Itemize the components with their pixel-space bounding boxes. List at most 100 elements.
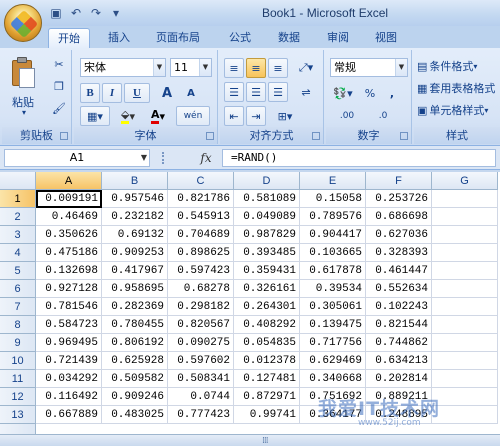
column-header[interactable]: E [300, 172, 366, 190]
table-cell[interactable]: 0.102243 [366, 298, 432, 316]
align-right-icon[interactable]: ☰ [268, 82, 288, 102]
table-cell[interactable]: 0.597602 [168, 352, 234, 370]
increase-indent-icon[interactable]: ⇥ [246, 106, 266, 126]
table-cell[interactable] [432, 208, 498, 226]
copy-icon[interactable]: ❐ [50, 76, 68, 96]
row-header[interactable] [0, 424, 36, 434]
table-cell[interactable] [432, 388, 498, 406]
save-icon[interactable]: ▣ [48, 5, 64, 21]
row-header[interactable]: 10 [0, 352, 36, 370]
chevron-down-icon[interactable]: ▼ [199, 59, 211, 76]
table-cell[interactable]: 0.781546 [36, 298, 102, 316]
table-cell[interactable]: 0.232182 [102, 208, 168, 226]
row-header[interactable]: 9 [0, 334, 36, 352]
wrap-text-icon[interactable]: ⇌ [294, 82, 318, 102]
cut-icon[interactable]: ✂ [50, 54, 68, 74]
table-cell[interactable]: 0.584723 [36, 316, 102, 334]
table-cell[interactable]: 0.904417 [300, 226, 366, 244]
tab-formulas[interactable]: 公式 [220, 28, 260, 48]
number-format-select[interactable]: 常规 ▼ [330, 58, 408, 77]
table-cell[interactable]: 0.340668 [300, 370, 366, 388]
column-header[interactable]: G [432, 172, 498, 190]
tab-home[interactable]: 开始 [48, 28, 90, 48]
column-header[interactable]: F [366, 172, 432, 190]
undo-icon[interactable]: ↶ [68, 5, 84, 21]
table-cell[interactable]: 0.686698 [366, 208, 432, 226]
orientation-icon[interactable]: ⤢▾ [292, 58, 320, 78]
currency-icon[interactable]: 💱▾ [330, 83, 356, 103]
table-cell[interactable]: 0.820567 [168, 316, 234, 334]
grow-font-button[interactable]: A [156, 83, 178, 103]
table-cell[interactable]: 0.509582 [102, 370, 168, 388]
cell-styles-button[interactable]: ▣ 单元格样式 ▾ [416, 100, 500, 120]
table-cell[interactable] [432, 370, 498, 388]
underline-button[interactable]: U [124, 83, 150, 103]
table-cell[interactable] [432, 190, 498, 208]
table-cell[interactable]: 0.46469 [36, 208, 102, 226]
name-box[interactable]: A1 ▼ [4, 149, 150, 167]
table-cell[interactable]: 0.969495 [36, 334, 102, 352]
row-header[interactable]: 2 [0, 208, 36, 226]
table-cell[interactable]: 0.667889 [36, 406, 102, 424]
table-cell[interactable]: 0.927128 [36, 280, 102, 298]
table-cell[interactable]: 0.39534 [300, 280, 366, 298]
table-cell[interactable]: 0.69132 [102, 226, 168, 244]
font-color-button[interactable]: A ▾ [144, 106, 172, 126]
number-launcher-icon[interactable] [400, 132, 408, 140]
table-cell[interactable]: 0.408292 [234, 316, 300, 334]
office-button[interactable] [4, 4, 42, 42]
row-header[interactable]: 12 [0, 388, 36, 406]
fill-color-button[interactable]: ⬙ ▾ [114, 106, 142, 126]
tab-view[interactable]: 视图 [366, 28, 406, 48]
column-header[interactable]: B [102, 172, 168, 190]
chevron-down-icon[interactable]: ▼ [141, 150, 147, 166]
table-cell[interactable]: 0.461447 [366, 262, 432, 280]
table-cell[interactable] [432, 316, 498, 334]
format-painter-icon[interactable]: 🖌 [50, 98, 68, 118]
table-cell[interactable]: 0.909253 [102, 244, 168, 262]
table-cell[interactable]: 0.777423 [168, 406, 234, 424]
table-cell[interactable] [432, 334, 498, 352]
align-top-icon[interactable]: ≡ [224, 58, 244, 78]
row-header[interactable]: 6 [0, 280, 36, 298]
tab-insert[interactable]: 插入 [99, 28, 139, 48]
table-cell[interactable]: 0.629469 [300, 352, 366, 370]
table-cell[interactable]: 0.012378 [234, 352, 300, 370]
table-cell[interactable]: 0.054835 [234, 334, 300, 352]
table-format-button[interactable]: ▦ 套用表格格式 [416, 78, 500, 98]
tab-page-layout[interactable]: 页面布局 [147, 28, 209, 48]
table-cell[interactable]: 0.282369 [102, 298, 168, 316]
tab-review[interactable]: 审阅 [318, 28, 358, 48]
table-cell[interactable]: 0.508341 [168, 370, 234, 388]
row-header[interactable]: 1 [0, 190, 36, 208]
table-cell[interactable]: 0.253726 [366, 190, 432, 208]
chevron-down-icon[interactable]: ▼ [153, 59, 165, 76]
table-cell[interactable]: 0.957546 [102, 190, 168, 208]
table-cell[interactable]: 0.909246 [102, 388, 168, 406]
decrease-indent-icon[interactable]: ⇤ [224, 106, 244, 126]
table-cell[interactable]: 0.872971 [234, 388, 300, 406]
active-cell[interactable]: 0.009191 [36, 190, 102, 208]
table-cell[interactable]: 0.417967 [102, 262, 168, 280]
align-bottom-icon[interactable]: ≡ [268, 58, 288, 78]
table-cell[interactable]: 0.103665 [300, 244, 366, 262]
conditional-format-button[interactable]: ▤ 条件格式 ▾ [416, 56, 500, 76]
shrink-font-button[interactable]: A [180, 83, 202, 103]
table-cell[interactable]: 0.721439 [36, 352, 102, 370]
font-launcher-icon[interactable] [206, 132, 214, 140]
table-cell[interactable]: 0.68278 [168, 280, 234, 298]
paste-icon[interactable] [10, 56, 36, 88]
row-header[interactable]: 4 [0, 244, 36, 262]
customize-qat-icon[interactable]: ▾ [108, 5, 124, 21]
align-center-icon[interactable]: ☰ [246, 82, 266, 102]
table-cell[interactable]: 0.305061 [300, 298, 366, 316]
table-cell[interactable]: 0.958695 [102, 280, 168, 298]
table-cell[interactable]: 0.789576 [300, 208, 366, 226]
table-cell[interactable]: 0.581089 [234, 190, 300, 208]
table-cell[interactable]: 0.597423 [168, 262, 234, 280]
table-cell[interactable]: 0.821544 [366, 316, 432, 334]
table-cell[interactable]: 0.634213 [366, 352, 432, 370]
table-cell[interactable] [432, 352, 498, 370]
table-cell[interactable]: 0.132698 [36, 262, 102, 280]
table-cell[interactable]: 0.393485 [234, 244, 300, 262]
